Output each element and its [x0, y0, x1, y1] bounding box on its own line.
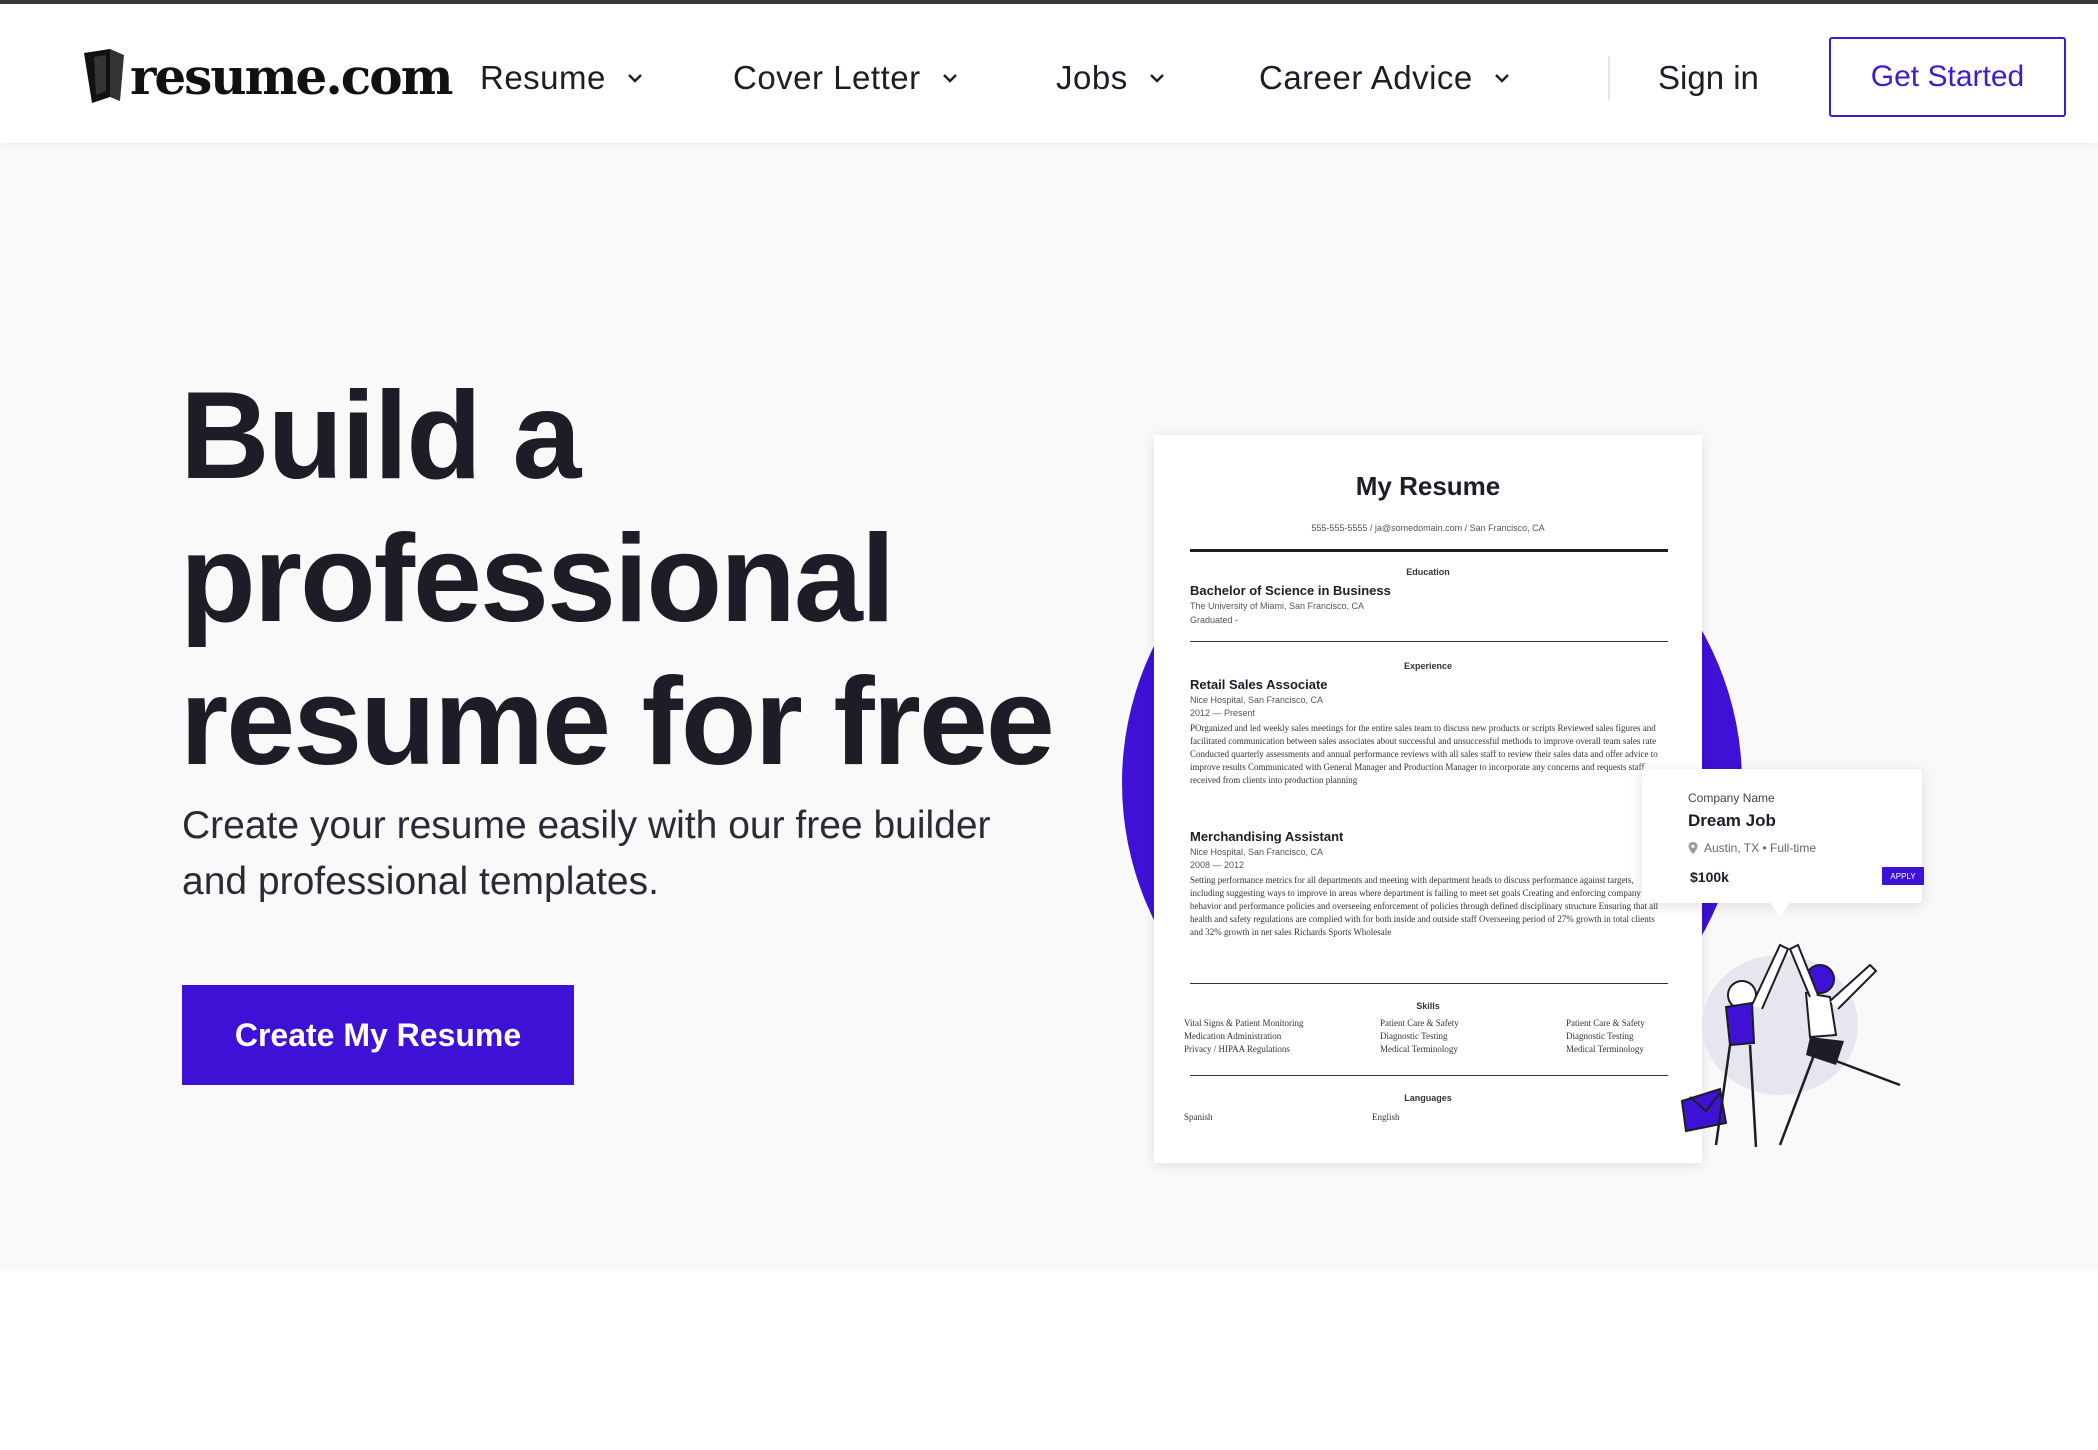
- job-location: Austin, TX • Full-time: [1688, 841, 1816, 855]
- apply-button[interactable]: APPLY: [1882, 867, 1924, 885]
- resume-education-heading: Education: [1406, 567, 1450, 577]
- resume-divider: [1190, 1075, 1668, 1076]
- create-my-resume-button[interactable]: Create My Resume: [182, 985, 574, 1085]
- skill-item: Diagnostic Testing: [1380, 1031, 1448, 1041]
- get-started-button[interactable]: Get Started: [1829, 37, 2066, 117]
- resume-job2-place: Nice Hospital, San Francisco, CA: [1190, 847, 1324, 857]
- job-card: Company Name Dream Job Austin, TX • Full…: [1642, 769, 1924, 917]
- resume-job1-dates: 2012 — Present: [1190, 708, 1256, 718]
- resume-skills-col1: Vital Signs & Patient Monitoring Medicat…: [1184, 1017, 1303, 1056]
- nav-cover-letter[interactable]: Cover Letter: [733, 54, 961, 102]
- site-header: resume.com Resume Cover Letter Jobs Care…: [0, 4, 2098, 143]
- resume-job2-body: Setting performance metrics for all depa…: [1190, 875, 1659, 937]
- job-salary: $100k: [1690, 869, 1729, 885]
- job-title: Dream Job: [1688, 811, 1776, 830]
- chevron-down-icon: [628, 74, 642, 83]
- nav-jobs[interactable]: Jobs: [1056, 54, 1168, 102]
- nav-career-advice-label: Career Advice: [1259, 59, 1473, 96]
- nav-career-advice[interactable]: Career Advice: [1259, 54, 1513, 102]
- resume-skills-heading: Skills: [1416, 1001, 1440, 1011]
- resume-job1-place: Nice Hospital, San Francisco, CA: [1190, 695, 1324, 705]
- chevron-down-icon: [1494, 74, 1509, 83]
- chevron-down-icon: [942, 74, 957, 83]
- chevron-down-icon: [1149, 74, 1164, 83]
- high-five-illustration: [1680, 943, 1901, 1148]
- resume-language-item: Spanish: [1184, 1112, 1213, 1122]
- resume-job1-title: Retail Sales Associate: [1190, 677, 1328, 692]
- resume-preview: My Resume 555-555-5555 / ja@somedomain.c…: [1154, 435, 1702, 1163]
- resume-job2-dates: 2008 — 2012: [1190, 860, 1245, 870]
- nav-cover-letter-label: Cover Letter: [733, 59, 921, 96]
- resume-divider: [1190, 983, 1668, 984]
- skill-item: Privacy / HIPAA Regulations: [1184, 1044, 1290, 1054]
- hero-illustration: My Resume 555-555-5555 / ja@somedomain.c…: [1110, 425, 1930, 1205]
- resume-experience-heading: Experience: [1403, 661, 1453, 671]
- job-company: Company Name: [1688, 791, 1775, 805]
- nav-resume-label: Resume: [480, 59, 606, 96]
- logo-mark-icon: [84, 49, 124, 103]
- job-card-tail: [1770, 903, 1790, 917]
- resume-divider: [1190, 549, 1668, 552]
- resume-language-item: English: [1372, 1112, 1400, 1122]
- resume-skills-col2: Patient Care & Safety Diagnostic Testing…: [1380, 1017, 1459, 1056]
- job-location-text: Austin, TX • Full-time: [1704, 841, 1817, 855]
- skill-item: Vital Signs & Patient Monitoring: [1184, 1018, 1304, 1028]
- resume-job1-body: POrganized and led weekly sales meetings…: [1190, 723, 1658, 785]
- resume-degree: Bachelor of Science in Business: [1190, 583, 1391, 598]
- hero-title: Build a professional resume for free: [180, 367, 1055, 791]
- resume-contact: 555-555-5555 / ja@somedomain.com / San F…: [1311, 523, 1545, 533]
- resume-graduated: Graduated -: [1190, 615, 1239, 625]
- resume-school: The University of Miami, San Francisco, …: [1190, 601, 1365, 611]
- hero-subtitle: Create your resume easily with our free …: [182, 804, 991, 903]
- logo[interactable]: resume.com: [80, 46, 453, 106]
- nav-resume[interactable]: Resume: [480, 54, 646, 102]
- skill-item: Medical Terminology: [1380, 1044, 1458, 1054]
- skill-item: Medication Administration: [1184, 1031, 1282, 1041]
- logo-text: resume.com: [130, 46, 453, 106]
- hero-section: Build a professional resume for free Cre…: [0, 143, 2098, 1271]
- resume-job2-title: Merchandising Assistant: [1190, 829, 1344, 844]
- resume-divider: [1190, 641, 1668, 642]
- nav-divider: [1608, 56, 1610, 100]
- resume-title: My Resume: [1355, 471, 1501, 501]
- resume-languages-heading: Languages: [1404, 1093, 1452, 1103]
- skill-item: Patient Care & Safety: [1380, 1018, 1459, 1028]
- location-pin-icon: [1688, 842, 1698, 854]
- nav-jobs-label: Jobs: [1056, 59, 1128, 96]
- sign-in-link[interactable]: Sign in: [1658, 54, 1759, 102]
